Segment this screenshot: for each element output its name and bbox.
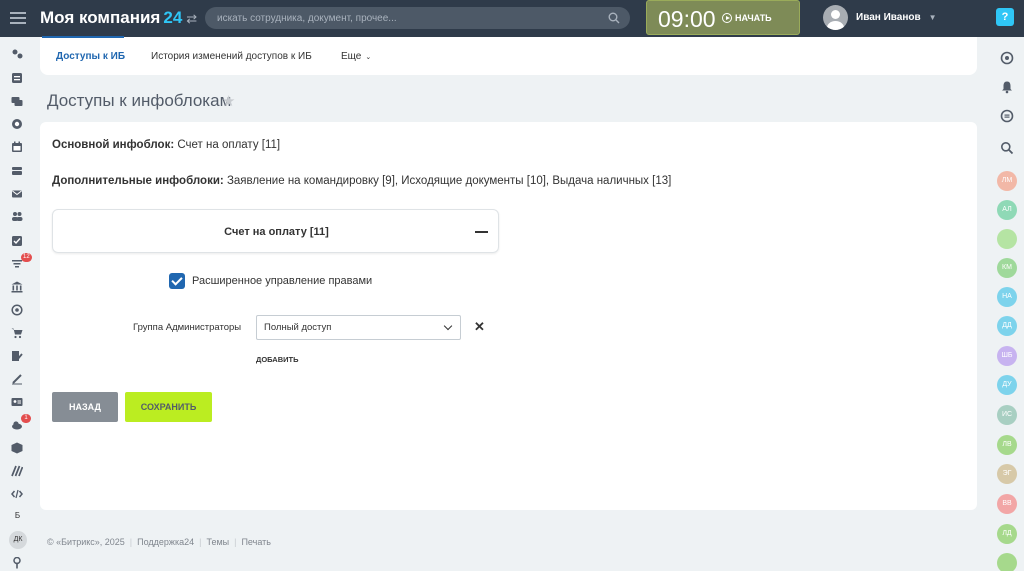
play-icon <box>722 13 732 23</box>
calendar-icon[interactable] <box>11 140 25 154</box>
chevron-down-icon <box>443 321 453 331</box>
document-edit-icon[interactable] <box>11 349 25 363</box>
contact-avatar[interactable]: НА <box>997 287 1017 307</box>
footer-themes-link[interactable]: Темы <box>206 537 229 547</box>
save-button[interactable]: СОХРАНИТЬ <box>125 392 212 422</box>
tab-access-history[interactable]: История изменений доступов к ИБ <box>151 51 312 62</box>
start-label: НАЧАТЬ <box>735 13 772 23</box>
swap-icon[interactable]: ⇄ <box>186 11 197 26</box>
contact-avatar[interactable]: КМ <box>997 258 1017 278</box>
avatar <box>823 5 848 30</box>
stream-icon[interactable] <box>11 47 25 61</box>
cloud-badge: 1 <box>21 414 31 423</box>
bell-icon[interactable] <box>1000 80 1014 94</box>
tasks-icon[interactable] <box>11 234 25 248</box>
main-iblock-row: Основной инфоблок: Счет на оплату [11] <box>52 139 280 151</box>
copilot-icon[interactable] <box>1000 51 1014 65</box>
footer-copyright: © «Битрикс», 2025 <box>47 537 125 547</box>
extended-rights-label[interactable]: Расширенное управление правами <box>192 275 372 287</box>
contact-avatar[interactable]: ДД <box>997 316 1017 336</box>
tasks-badge: 12 <box>21 253 32 262</box>
employees-icon[interactable] <box>11 209 25 223</box>
contact-avatar[interactable]: ШБ <box>997 346 1017 366</box>
feed-icon[interactable] <box>11 71 25 85</box>
timer-time: 09:00 <box>658 6 716 32</box>
extra-iblocks-row: Дополнительные инфоблоки: Заявление на к… <box>52 175 671 187</box>
messages-icon[interactable] <box>1000 109 1014 123</box>
contact-avatar-note-icon[interactable] <box>997 229 1017 249</box>
collapse-icon[interactable] <box>475 231 488 233</box>
search-icon[interactable] <box>1000 141 1014 155</box>
company-logo[interactable]: Моя компания 24 ⇄ <box>40 8 197 28</box>
contact-avatar[interactable]: ЭГ <box>997 464 1017 484</box>
workday-timer: 09:00 НАЧАТЬ <box>646 0 800 35</box>
menu-icon[interactable] <box>10 10 26 26</box>
group-label: Группа Администраторы <box>133 322 242 333</box>
user-initials-avatar[interactable]: ДК <box>9 531 27 549</box>
contact-avatar[interactable]: ИС <box>997 405 1017 425</box>
chevron-down-icon: ⌄ <box>365 54 372 61</box>
main-card: Основной инфоблок: Счет на оплату [11] Д… <box>40 122 977 510</box>
contact-avatar[interactable]: ЛВ <box>997 435 1017 455</box>
right-sidebar: ЛМ АЛ КМ НА ДД ШБ ДУ ИС ЛВ ЭГ ВВ ЛД <box>989 37 1024 571</box>
add-link[interactable]: ДОБАВИТЬ <box>256 355 298 364</box>
extra-iblocks-label: Дополнительные инфоблоки: <box>52 175 224 187</box>
contact-avatar[interactable]: ВВ <box>997 494 1017 514</box>
chevron-down-icon: ▼ <box>928 13 937 22</box>
sidebar-letter[interactable]: Б <box>0 511 35 520</box>
start-workday-button[interactable]: НАЧАТЬ <box>722 13 772 23</box>
chat-icon[interactable] <box>11 95 25 109</box>
search-box <box>205 7 630 29</box>
footer-support-link[interactable]: Поддержка24 <box>137 537 194 547</box>
extra-iblocks-value: Заявление на командировку [9], Исходящие… <box>226 175 672 187</box>
contact-avatar[interactable]: ДУ <box>997 375 1017 395</box>
company-number: 24 <box>163 8 183 27</box>
tab-iblock-access[interactable]: Доступы к ИБ <box>56 51 125 62</box>
active-tab-indicator <box>42 36 124 38</box>
back-button[interactable]: НАЗАД <box>52 392 118 422</box>
section-title: Счет на оплату [11] <box>224 226 329 238</box>
contact-avatar[interactable]: АЛ <box>997 200 1017 220</box>
help-button[interactable]: ? <box>996 8 1014 26</box>
wrench-icon[interactable] <box>11 556 25 570</box>
video-icon[interactable] <box>11 117 25 131</box>
top-bar: Моя компания24⇄ 09:00 НАЧАТЬ Иван Иванов… <box>0 0 1024 37</box>
page-title: Доступы к инфоблокам <box>47 91 232 110</box>
extended-rights-checkbox[interactable] <box>169 273 185 289</box>
bank-icon[interactable] <box>11 280 25 294</box>
stripes-icon[interactable] <box>11 464 25 478</box>
contact-avatar[interactable]: ЛД <box>997 524 1017 544</box>
footer: © «Битрикс», 2025 | Поддержка24 | Темы | Печат… <box>47 537 271 547</box>
search-icon[interactable] <box>608 12 620 24</box>
user-menu[interactable]: Иван Иванов ▼ <box>823 5 937 30</box>
id-card-icon[interactable] <box>11 395 25 409</box>
code-icon[interactable] <box>11 487 25 501</box>
main-iblock-value: Счет на оплату [11] <box>177 139 281 151</box>
drive-icon[interactable] <box>11 164 25 178</box>
target-icon[interactable] <box>11 303 25 317</box>
box-icon[interactable] <box>11 441 25 455</box>
mail-icon[interactable] <box>11 187 25 201</box>
cart-icon[interactable] <box>11 326 25 340</box>
access-level-select[interactable]: Полный доступ <box>256 315 461 340</box>
iblock-section-header[interactable]: Счет на оплату [11] <box>52 209 499 253</box>
left-sidebar: 12 1 Б ДК <box>0 37 35 571</box>
user-name: Иван Иванов <box>856 12 921 23</box>
footer-print-link[interactable]: Печать <box>241 537 270 547</box>
tab-more-label: Еще <box>341 51 362 62</box>
access-level-value: Полный доступ <box>264 322 332 333</box>
pen-icon[interactable] <box>11 372 25 386</box>
close-icon[interactable]: ✕ <box>474 319 485 335</box>
star-icon[interactable]: ★ <box>222 92 235 110</box>
company-name: Моя компания <box>40 8 161 27</box>
contact-avatar[interactable]: ЛМ <box>997 171 1017 191</box>
contact-avatar[interactable] <box>997 553 1017 571</box>
tab-bar: Доступы к ИБ История изменений доступов … <box>40 37 977 75</box>
search-input[interactable] <box>205 7 630 29</box>
tab-more[interactable]: Еще ⌄ <box>341 51 371 62</box>
main-iblock-label: Основной инфоблок: <box>52 139 175 151</box>
